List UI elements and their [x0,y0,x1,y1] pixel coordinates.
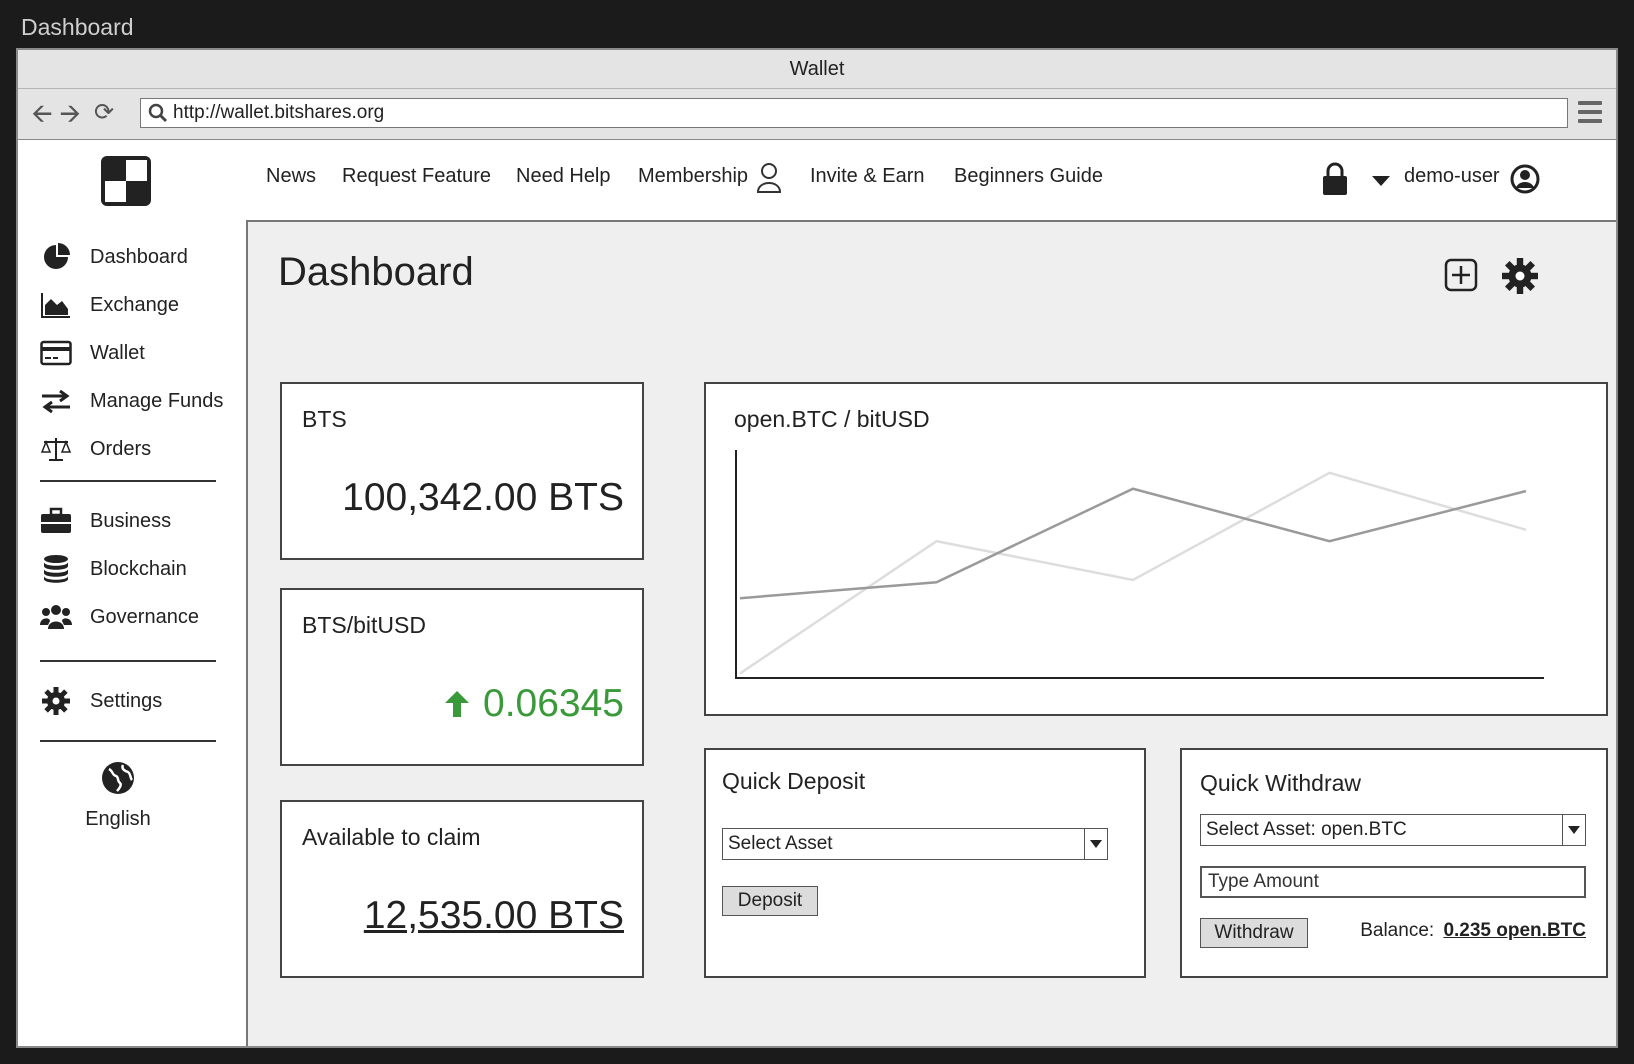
top-nav: News Request Feature Need Help Membershi… [246,140,1616,222]
globe-icon [102,762,134,794]
add-widget-icon[interactable] [1444,258,1478,292]
bts-balance-value: 100,342.00 BTS [342,476,624,519]
sidebar-item-orders[interactable]: Orders [40,432,240,466]
deposit-button[interactable]: Deposit [722,886,818,916]
balance-scale-icon [40,433,72,465]
forward-arrow-icon[interactable]: 🡪 [56,99,84,127]
withdraw-button[interactable]: Withdraw [1200,918,1308,948]
withdraw-asset-select[interactable]: Select Asset: open.BTC [1200,814,1586,846]
frame-title: Dashboard [21,14,134,40]
select-value: Select Asset: open.BTC [1206,819,1407,840]
user-name[interactable]: demo-user [1404,165,1500,188]
rate-value: 0.06345 [483,682,624,725]
claim-card: Available to claim 12,535.00 BTS [280,800,644,978]
deposit-asset-select[interactable]: Select Asset [722,828,1108,860]
sidebar-divider [40,480,216,482]
nav-link-membership[interactable]: Membership [638,165,748,188]
chart-series-line-1 [739,487,1527,600]
sidebar-item-label: Governance [90,605,199,628]
chevron-down-icon [1562,815,1585,845]
quick-deposit-title: Quick Deposit [722,768,866,794]
sidebar-item-governance[interactable]: Governance [40,600,240,634]
sidebar-item-label: Orders [90,437,152,460]
database-icon [40,553,72,585]
quick-deposit-card: Quick Deposit Select Asset Deposit [704,748,1146,978]
transfer-arrows-icon [40,385,72,417]
nav-link-invite-earn[interactable]: Invite & Earn [810,165,925,188]
url-text: http://wallet.bitshares.org [173,102,385,123]
user-outline-icon[interactable] [756,162,782,194]
url-input[interactable]: http://wallet.bitshares.org [140,98,1568,128]
arrow-up-icon [445,691,470,717]
rate-card: BTS/bitUSD 0.06345 [280,588,644,766]
caret-down-icon[interactable] [1372,176,1390,186]
claim-value-link[interactable]: 12,535.00 BTS [364,894,624,938]
gear-icon [40,685,72,717]
credit-card-icon [40,337,72,369]
quick-withdraw-card: Quick Withdraw Select Asset: open.BTC Ty… [1180,748,1608,978]
sidebar-item-dashboard[interactable]: Dashboard [40,240,240,274]
back-arrow-icon[interactable]: 🡨 [28,99,56,127]
sidebar-item-label: Wallet [90,341,145,364]
sidebar-item-label: Exchange [90,293,179,316]
sidebar-item-blockchain[interactable]: Blockchain [40,552,240,586]
nav-link-need-help[interactable]: Need Help [516,165,611,188]
sidebar-item-exchange[interactable]: Exchange [40,288,240,322]
pie-chart-icon [40,241,72,273]
briefcase-icon [40,505,72,537]
balance-row: Balance: 0.235 open.BTC [1360,920,1586,942]
bts-balance-card: BTS 100,342.00 BTS [280,382,644,560]
settings-gear-icon[interactable] [1502,258,1538,294]
sidebar-item-settings[interactable]: Settings [40,684,240,718]
area-chart-icon [40,289,72,321]
users-icon [40,601,72,633]
sidebar-divider [40,740,216,742]
chevron-down-icon [1084,829,1107,859]
nav-link-beginners-guide[interactable]: Beginners Guide [954,165,1103,188]
withdraw-amount-input[interactable]: Type Amount [1200,866,1586,898]
sidebar-item-manage-funds[interactable]: Manage Funds [40,384,240,418]
sidebar-item-label: Manage Funds [90,389,224,412]
nav-link-news[interactable]: News [266,165,316,188]
card-caption: BTS/bitUSD [302,612,426,638]
logo-icon[interactable] [100,155,152,207]
browser-window: Wallet 🡨 🡪 ⟳ http://wallet.bitshares.org… [16,48,1618,1048]
user-avatar-icon[interactable] [1510,164,1540,194]
sidebar-item-label: Business [90,509,172,532]
main-content: Dashboard BTS 100,342.00 BTS BTS/bitUSD … [248,222,1616,1046]
sidebar-item-wallet[interactable]: Wallet [40,336,240,370]
sidebar-item-label: Settings [90,689,163,712]
chart-axes [735,450,1544,679]
reload-icon[interactable]: ⟳ [90,99,118,127]
sidebar-item-label: Blockchain [90,557,187,580]
chart-card: open.BTC / bitUSD [704,382,1608,716]
lock-icon[interactable] [1322,162,1348,196]
nav-link-request-feature[interactable]: Request Feature [342,165,491,188]
window-title: Wallet [18,50,1616,89]
select-value: Select Asset [728,833,833,854]
search-icon [148,103,168,123]
rate-value-row: 0.06345 [443,682,624,726]
chart-series-line-2 [739,471,1527,675]
quick-withdraw-title: Quick Withdraw [1200,770,1362,796]
card-caption: Available to claim [302,824,481,850]
menu-icon[interactable] [1578,101,1602,123]
sidebar-item-business[interactable]: Business [40,504,240,538]
address-bar-row: 🡨 🡪 ⟳ http://wallet.bitshares.org [18,89,1616,141]
balance-value-link[interactable]: 0.235 open.BTC [1443,920,1586,941]
line-chart [735,450,1544,679]
sidebar: Dashboard Exchange Wallet Manage Funds O… [18,140,248,1046]
sidebar-item-label: Dashboard [90,245,188,268]
language-label: English [85,808,151,830]
sidebar-divider [40,660,216,662]
language-selector[interactable]: English [18,760,218,831]
card-caption: BTS [302,406,347,432]
balance-label: Balance: [1360,920,1435,941]
page-title: Dashboard [278,250,474,294]
